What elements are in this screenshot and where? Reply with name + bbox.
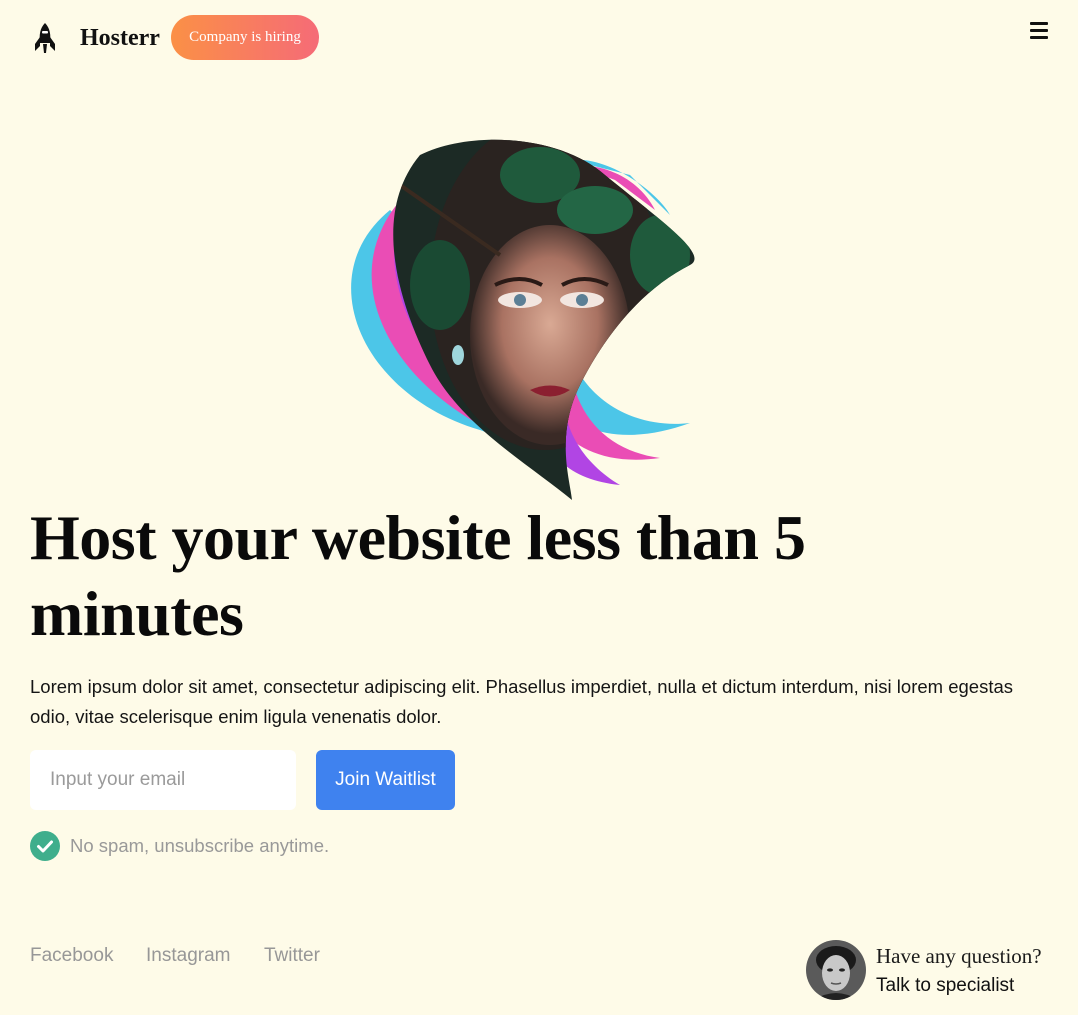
brand-name[interactable]: Hosterr bbox=[80, 22, 160, 54]
instagram-link[interactable]: Instagram bbox=[146, 943, 230, 969]
hero-description: Lorem ipsum dolor sit amet, consectetur … bbox=[30, 676, 1014, 727]
join-waitlist-button[interactable]: Join Waitlist bbox=[316, 750, 455, 810]
hero-headline: Host your website less than 5 minutes bbox=[30, 502, 806, 649]
specialist-avatar[interactable] bbox=[806, 940, 866, 1000]
hero-illustration bbox=[330, 135, 700, 505]
question-heading: Have any question? bbox=[876, 944, 1042, 968]
facebook-link[interactable]: Facebook bbox=[30, 943, 113, 969]
no-spam-note: No spam, unsubscribe anytime. bbox=[70, 835, 330, 856]
rocket-icon[interactable] bbox=[32, 22, 58, 54]
hiring-badge[interactable]: Company is hiring bbox=[171, 15, 319, 60]
check-circle-icon bbox=[30, 831, 60, 861]
email-input[interactable] bbox=[30, 750, 296, 810]
talk-to-specialist-link[interactable]: Talk to specialist bbox=[876, 973, 1014, 999]
hamburger-menu-icon[interactable] bbox=[1030, 22, 1048, 40]
twitter-link[interactable]: Twitter bbox=[264, 943, 320, 969]
